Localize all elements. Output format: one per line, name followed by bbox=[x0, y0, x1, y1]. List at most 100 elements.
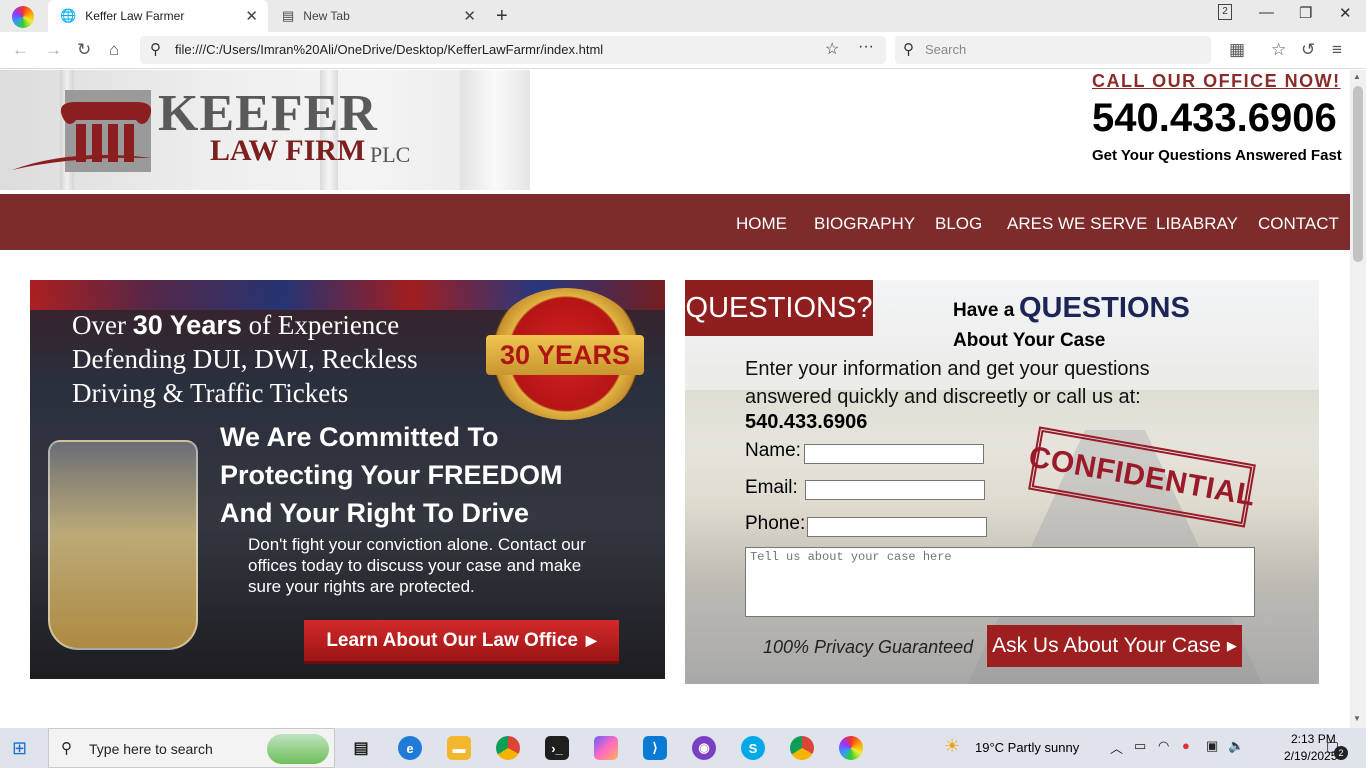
search-bar[interactable]: ⚲ Search bbox=[895, 36, 1211, 64]
contact-form-panel: QUESTIONS? Have a QUESTIONS About Your C… bbox=[685, 280, 1319, 684]
back-icon[interactable]: ← bbox=[12, 40, 29, 60]
form-heading: QUESTIONS bbox=[1019, 292, 1190, 324]
scroll-up-icon[interactable]: ▲ bbox=[1353, 72, 1361, 81]
tab-keffer-law-farmer[interactable]: 🌐 Keffer Law Farmer ✕ bbox=[48, 0, 268, 32]
nav-library[interactable]: LIBABRAY bbox=[1156, 214, 1238, 234]
windows-start-icon[interactable]: ⊞ bbox=[12, 738, 27, 759]
phone-field[interactable] bbox=[807, 517, 987, 537]
edge-icon[interactable]: e bbox=[398, 736, 422, 760]
commitment-line: We Are Committed To bbox=[220, 422, 499, 452]
header-tagline: Get Your Questions Answered Fast bbox=[1092, 147, 1342, 164]
github-desktop-icon[interactable]: ◉ bbox=[692, 736, 716, 760]
url-text[interactable]: file:///C:/Users/Imran%20Ali/OneDrive/De… bbox=[175, 42, 603, 57]
whiskey-glass-image bbox=[48, 440, 198, 650]
tab-title: Keffer Law Farmer bbox=[85, 9, 185, 23]
more-options-icon[interactable]: ··· bbox=[858, 38, 874, 56]
tab-count-icon[interactable]: 2 bbox=[1218, 4, 1232, 20]
email-label: Email: bbox=[745, 477, 798, 498]
column-decoration bbox=[460, 70, 530, 190]
reload-icon[interactable]: ↻ bbox=[77, 40, 91, 60]
header-phone[interactable]: 540.433.6906 bbox=[1092, 96, 1337, 141]
badge-ribbon: 30 YEARS bbox=[486, 335, 644, 375]
form-subheading: About Your Case bbox=[953, 330, 1106, 351]
browser-taskbar-icon[interactable] bbox=[839, 736, 863, 760]
commitment-line: And Your Right To Drive bbox=[220, 498, 529, 528]
globe-icon: 🌐 bbox=[60, 8, 77, 23]
column-logo-icon[interactable] bbox=[12, 90, 162, 180]
form-phone-number[interactable]: 540.433.6906 bbox=[745, 411, 867, 434]
menu-icon[interactable]: ≡ bbox=[1332, 40, 1342, 60]
battery-icon[interactable]: ▭ bbox=[1134, 738, 1146, 754]
form-heading-prefix: Have a bbox=[953, 300, 1015, 321]
name-field[interactable] bbox=[804, 444, 984, 464]
close-window-icon[interactable]: ✕ bbox=[1339, 4, 1352, 22]
tab-new-tab[interactable]: ▤ New Tab ✕ bbox=[272, 0, 486, 32]
bookmarks-icon[interactable]: ☆ bbox=[1271, 40, 1286, 60]
minimize-icon[interactable]: — bbox=[1259, 4, 1274, 21]
chrome-profile-icon[interactable] bbox=[790, 736, 814, 760]
nav-blog[interactable]: BLOG bbox=[935, 214, 982, 234]
vscode-icon[interactable]: ⟩ bbox=[643, 736, 667, 760]
banner-text: Driving & Traffic Tickets bbox=[72, 378, 349, 408]
file-explorer-icon[interactable]: ▬ bbox=[447, 736, 471, 760]
nav-areas-we-serve[interactable]: ARES WE SERVE bbox=[1007, 214, 1147, 234]
history-icon[interactable]: ↺ bbox=[1301, 40, 1315, 60]
chrome-icon[interactable] bbox=[496, 736, 520, 760]
commitment-line: Protecting Your FREEDOM bbox=[220, 460, 563, 490]
browser-logo-icon[interactable] bbox=[12, 6, 34, 28]
brand-suffix: PLC bbox=[370, 142, 411, 167]
commitment-text: We Are Committed To Protecting Your FREE… bbox=[220, 418, 640, 532]
phone-label: Phone: bbox=[745, 513, 806, 534]
nav-biography[interactable]: BIOGRAPHY bbox=[814, 214, 915, 234]
skype-icon[interactable]: S bbox=[741, 736, 765, 760]
address-bar[interactable]: ⚲ file:///C:/Users/Imran%20Ali/OneDrive/… bbox=[140, 36, 886, 64]
scrollbar-thumb[interactable] bbox=[1353, 86, 1363, 262]
button-label: Learn About Our Law Office bbox=[326, 629, 578, 651]
banner-headline: Over 30 Years of Experience Defending DU… bbox=[72, 308, 492, 410]
play-arrow-icon: ▶ bbox=[1226, 638, 1237, 653]
restore-icon[interactable]: ❐ bbox=[1299, 4, 1312, 22]
learn-about-office-button[interactable]: Learn About Our Law Office ▶ bbox=[304, 620, 619, 664]
home-icon[interactable]: ⌂ bbox=[109, 40, 119, 60]
task-view-icon[interactable]: ▤ bbox=[349, 736, 373, 760]
name-label: Name: bbox=[745, 440, 801, 461]
call-office-link[interactable]: CALL OUR OFFICE NOW! bbox=[1092, 71, 1341, 92]
banner-text-bold: 30 Years bbox=[132, 310, 242, 340]
scroll-down-icon[interactable]: ▼ bbox=[1353, 714, 1361, 723]
copilot-icon[interactable] bbox=[594, 736, 618, 760]
search-icon: ⚲ bbox=[61, 740, 72, 757]
banner-text: of Experience bbox=[241, 310, 400, 340]
privacy-note: 100% Privacy Guaranteed bbox=[763, 637, 974, 657]
case-details-textarea[interactable] bbox=[745, 547, 1255, 617]
taskbar-search[interactable]: ⚲ Type here to search bbox=[48, 728, 335, 768]
banner-text: Over bbox=[72, 310, 133, 340]
play-arrow-icon: ▶ bbox=[585, 632, 597, 648]
forward-icon[interactable]: → bbox=[45, 40, 62, 60]
weather-text[interactable]: 19°C Partly sunny bbox=[975, 740, 1079, 755]
meet-now-icon[interactable]: ▣ bbox=[1206, 738, 1218, 754]
nav-home[interactable]: HOME bbox=[736, 214, 787, 234]
page-icon: ▤ bbox=[282, 8, 295, 23]
extensions-icon[interactable]: ▦ bbox=[1229, 40, 1245, 60]
close-tab-icon[interactable]: ✕ bbox=[463, 7, 476, 25]
bookmark-star-icon[interactable]: ☆ bbox=[825, 39, 839, 59]
terminal-icon[interactable]: ›_ bbox=[545, 736, 569, 760]
email-field[interactable] bbox=[805, 480, 985, 500]
brand-subtitle: LAW FIRM bbox=[210, 134, 366, 167]
experience-banner[interactable]: Over 30 Years of Experience Defending DU… bbox=[30, 280, 665, 679]
taskbar-search-placeholder: Type here to search bbox=[89, 741, 213, 757]
show-hidden-icons[interactable]: ︿ bbox=[1110, 738, 1123, 757]
ask-about-case-button[interactable]: Ask Us About Your Case ▶ bbox=[987, 625, 1242, 667]
nav-contact[interactable]: CONTACT bbox=[1258, 214, 1339, 234]
new-tab-button[interactable]: + bbox=[496, 5, 508, 28]
weather-icon[interactable]: ☀ bbox=[944, 736, 960, 757]
wifi-icon[interactable]: ◠ bbox=[1158, 738, 1169, 754]
questions-tag: QUESTIONS? bbox=[685, 280, 873, 336]
form-intro: Enter your information and get your ques… bbox=[745, 358, 1150, 408]
browser-tab-bar: 🌐 Keffer Law Farmer ✕ ▤ New Tab ✕ + 2 — … bbox=[0, 0, 1366, 32]
web-page: KEEFER LAW FIRM PLC CALL OUR OFFICE NOW!… bbox=[0, 70, 1350, 728]
page-scrollbar[interactable]: ▲ ▼ bbox=[1350, 70, 1366, 728]
volume-icon[interactable]: 🔈 bbox=[1228, 738, 1244, 754]
app-tray-icon[interactable]: ● bbox=[1182, 738, 1190, 753]
close-tab-icon[interactable]: ✕ bbox=[245, 7, 258, 25]
